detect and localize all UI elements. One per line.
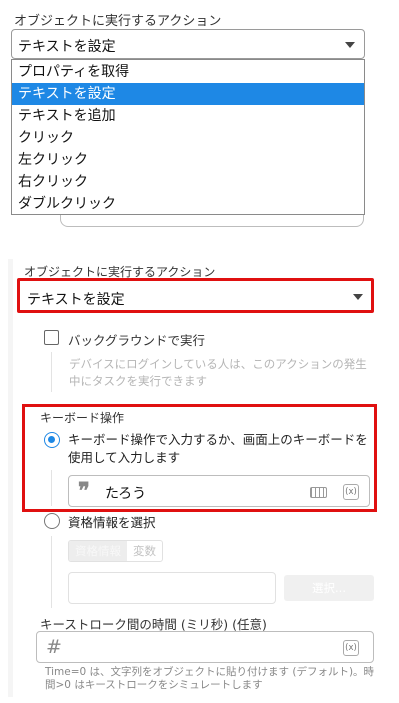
keyboard-input-label: キーボード操作で入力するか、画面上のキーボードを使用して入力します: [68, 432, 368, 465]
select-credential-button[interactable]: 選択...: [284, 575, 374, 601]
credential-tabs: 資格情報 変数: [68, 540, 163, 562]
action-select-value-2: テキストを設定: [27, 292, 125, 308]
indent-line: [51, 536, 52, 608]
variable-icon[interactable]: (x): [343, 484, 359, 500]
chevron-down-icon: [345, 42, 355, 48]
credential-label: 資格情報を選択: [68, 515, 156, 530]
menu-item-click[interactable]: クリック: [12, 127, 364, 149]
background-run-label: バックグラウンドで実行: [68, 333, 206, 348]
background-run-checkbox[interactable]: [44, 330, 59, 345]
action-dropdown-menu: プロパティを取得 テキストを設定 テキストを追加 クリック 左クリック 右クリッ…: [11, 59, 365, 215]
indent-line: [51, 470, 52, 506]
obscured-input: [60, 215, 364, 227]
action-select[interactable]: テキストを設定: [11, 29, 365, 59]
menu-item-set-text[interactable]: テキストを設定: [12, 83, 364, 105]
indent-line: [51, 352, 52, 392]
text-value: たろう: [105, 486, 147, 502]
action-label: オブジェクトに実行するアクション: [14, 14, 222, 29]
keyboard-section-title: キーボード操作: [40, 411, 125, 425]
chevron-down-icon: [353, 294, 363, 300]
keyboard-input-radio[interactable]: [44, 432, 60, 448]
keyboard-icon[interactable]: [310, 487, 327, 498]
credential-radio[interactable]: [44, 513, 60, 529]
quote-icon: ❞: [78, 478, 90, 504]
menu-item-append-text[interactable]: テキストを追加: [12, 105, 364, 127]
text-value-field[interactable]: ❞ たろう (x): [68, 475, 370, 507]
panel-rail: [8, 259, 13, 697]
menu-item-left-click[interactable]: 左クリック: [12, 149, 364, 171]
keystroke-delay-help: Time=0 は、文字列をオブジェクトに貼り付けます (デフォルト)。時間>0 …: [45, 666, 375, 691]
action-select-value: テキストを設定: [18, 39, 116, 55]
menu-item-right-click[interactable]: 右クリック: [12, 171, 364, 193]
background-run-help: デバイスにログインしている人は、このアクションの発生中にタスクを実行できます: [69, 357, 367, 388]
menu-item-get-property[interactable]: プロパティを取得: [12, 61, 364, 83]
credential-input[interactable]: [68, 572, 276, 604]
keystroke-delay-field[interactable]: # (x): [36, 631, 374, 663]
tab-variable[interactable]: 変数: [127, 541, 162, 561]
menu-item-double-click[interactable]: ダブルクリック: [12, 193, 364, 215]
variable-icon[interactable]: (x): [343, 640, 359, 656]
tab-credential[interactable]: 資格情報: [69, 541, 127, 561]
number-icon: #: [46, 636, 62, 658]
action-select-highlighted[interactable]: テキストを設定: [17, 278, 374, 313]
